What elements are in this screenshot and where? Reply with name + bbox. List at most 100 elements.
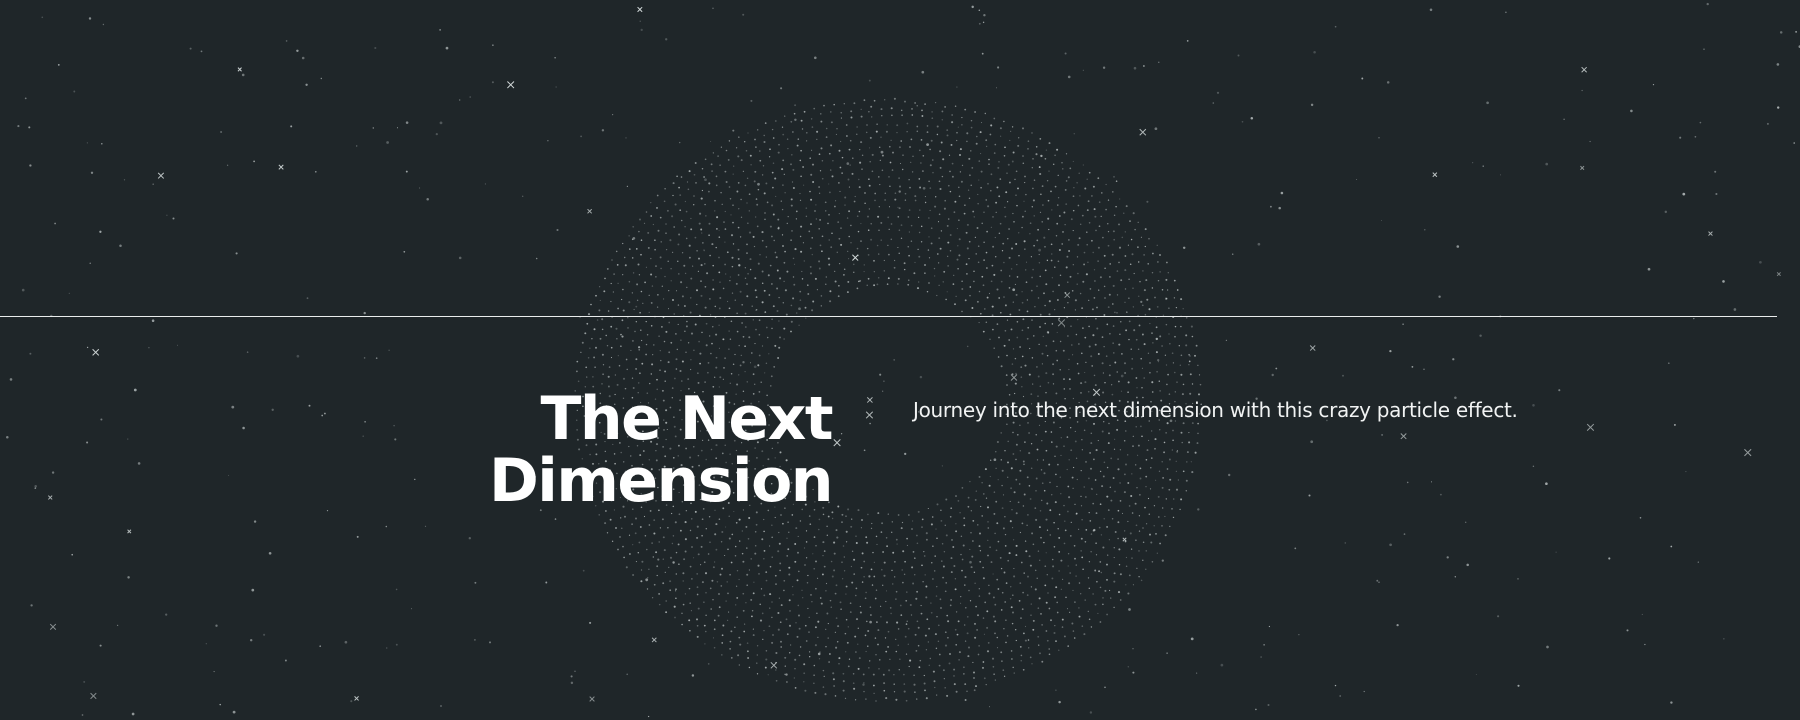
star-particle	[220, 130, 223, 134]
ring-particle	[788, 624, 792, 627]
ring-particle	[851, 581, 854, 584]
ring-particle	[745, 601, 747, 604]
ring-particle	[1008, 287, 1011, 289]
ring-particle	[880, 108, 883, 111]
ring-particle	[1089, 452, 1091, 454]
ring-particle	[856, 215, 859, 217]
ring-particle	[755, 216, 757, 218]
ring-particle	[746, 573, 749, 576]
ring-particle	[941, 119, 944, 121]
ring-particle	[744, 312, 747, 315]
ring-particle	[672, 299, 674, 301]
star-particle	[1250, 116, 1254, 120]
ring-particle	[1015, 478, 1018, 481]
star-particle	[1142, 527, 1144, 529]
ring-particle	[1030, 614, 1032, 617]
ring-particle	[670, 268, 672, 270]
star-particle	[883, 380, 885, 383]
ring-particle	[712, 326, 714, 328]
ring-particle	[1126, 311, 1128, 313]
ring-particle	[774, 120, 777, 122]
ring-particle	[641, 362, 644, 365]
ring-particle	[674, 203, 677, 206]
ring-particle	[828, 661, 830, 663]
star-particle	[1456, 245, 1460, 248]
ring-particle	[696, 593, 699, 596]
star-particle	[1381, 433, 1384, 436]
ring-particle	[1078, 582, 1081, 584]
star-particle	[1012, 288, 1016, 292]
ring-particle	[611, 259, 613, 261]
ring-particle	[638, 230, 640, 233]
ring-particle	[998, 336, 1000, 339]
ring-particle	[1022, 505, 1025, 507]
ring-particle	[778, 143, 780, 146]
ring-particle	[983, 241, 985, 243]
ring-particle	[944, 687, 946, 689]
ring-particle	[978, 322, 980, 324]
ring-particle	[1102, 546, 1105, 549]
ring-particle	[772, 186, 774, 189]
ring-particle	[978, 179, 980, 181]
ring-particle	[807, 293, 810, 295]
ring-particle	[765, 362, 768, 365]
ring-particle	[1119, 482, 1121, 484]
ring-particle	[1024, 182, 1026, 184]
ring-particle	[1030, 467, 1033, 469]
ring-particle	[864, 202, 866, 205]
ring-particle	[814, 210, 816, 212]
ring-particle	[838, 213, 840, 215]
ring-particle	[929, 187, 932, 189]
ring-particle	[1085, 361, 1087, 364]
ring-particle	[779, 569, 781, 572]
ring-particle	[1029, 233, 1031, 235]
ring-particle	[994, 679, 996, 681]
ring-particle	[988, 292, 991, 295]
ring-particle	[1048, 142, 1051, 145]
ring-particle	[853, 200, 856, 203]
ring-particle	[693, 204, 695, 206]
ring-particle	[832, 160, 834, 162]
ring-particle	[1180, 498, 1183, 501]
ring-particle	[837, 505, 840, 508]
ring-particle	[1103, 451, 1105, 453]
ring-particle	[983, 677, 986, 680]
ring-particle	[990, 124, 993, 127]
star-particle	[1280, 191, 1284, 195]
ring-particle	[808, 230, 811, 233]
ring-particle	[934, 101, 937, 104]
ring-particle	[925, 538, 928, 541]
ring-particle	[935, 647, 938, 650]
ring-particle	[1020, 561, 1023, 564]
ring-particle	[926, 618, 929, 621]
ring-particle	[983, 633, 985, 635]
ring-particle	[1078, 343, 1080, 345]
ring-particle	[1113, 572, 1116, 575]
ring-particle	[721, 531, 724, 533]
ring-particle	[977, 524, 979, 526]
ring-particle	[1080, 537, 1083, 540]
ring-particle	[1020, 617, 1022, 619]
ring-particle	[1048, 648, 1051, 650]
ring-particle	[639, 311, 641, 314]
ring-particle	[839, 140, 842, 143]
ring-particle	[947, 620, 950, 623]
star-particle	[639, 20, 641, 22]
star-particle	[458, 256, 462, 260]
ring-particle	[980, 170, 983, 173]
ring-particle	[1068, 496, 1071, 499]
star-particle	[1114, 311, 1116, 314]
ring-particle	[847, 508, 850, 511]
ring-particle	[823, 675, 825, 678]
ring-particle	[1060, 588, 1062, 590]
ring-particle	[848, 658, 851, 660]
ring-particle	[777, 357, 780, 359]
ring-particle	[741, 303, 744, 306]
ring-particle	[794, 543, 797, 545]
ring-particle	[981, 275, 984, 278]
ring-particle	[926, 290, 929, 293]
ring-particle	[933, 570, 936, 572]
ring-particle	[975, 253, 977, 255]
ring-particle	[871, 522, 873, 525]
star-particle	[1777, 106, 1780, 109]
